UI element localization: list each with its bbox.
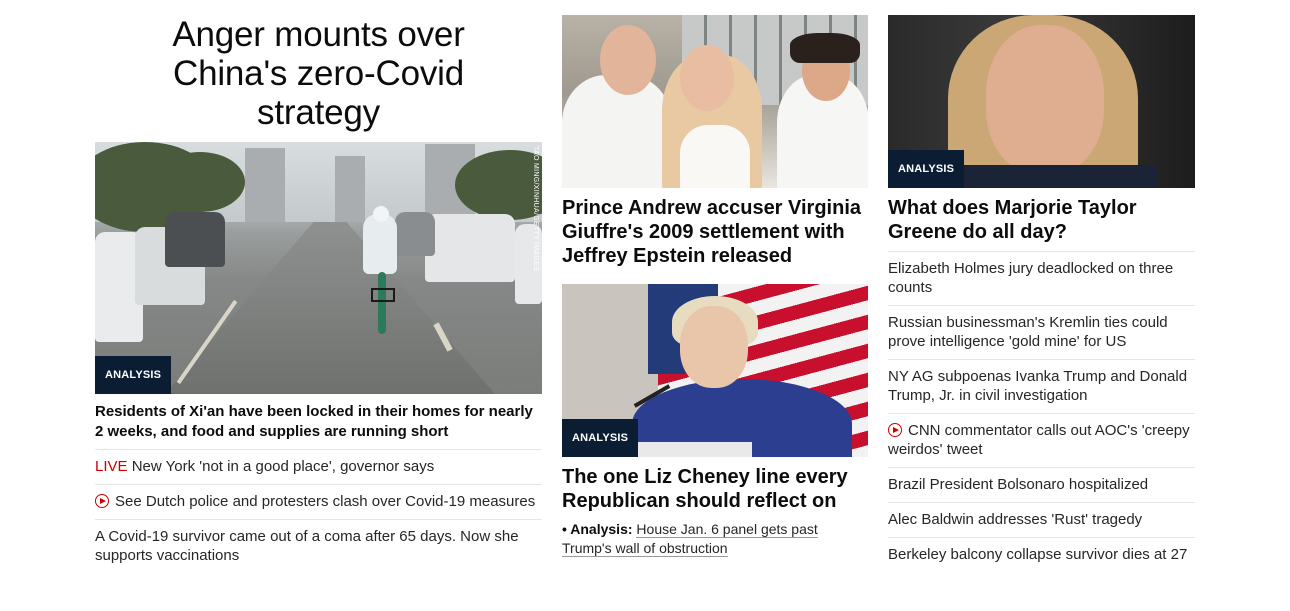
list-item[interactable]: A Covid-19 survivor came out of a coma a… xyxy=(95,519,542,573)
portrait-face xyxy=(986,25,1104,175)
cyclist-head xyxy=(373,206,389,222)
list-item[interactable]: LIVE New York 'not in a good place', gov… xyxy=(95,449,542,484)
list-item-text: A Covid-19 survivor came out of a coma a… xyxy=(95,528,519,564)
analysis-tag: ANALYSIS xyxy=(95,356,172,394)
right-column: ANALYSIS What does Marjorie Taylor Green… xyxy=(888,15,1195,572)
hero-headline[interactable]: Anger mounts over China's zero-Covid str… xyxy=(95,15,542,142)
bicycle-basket xyxy=(371,288,395,302)
marjorie-taylor-greene-photo[interactable]: ANALYSIS xyxy=(888,15,1195,188)
list-item-text: Alec Baldwin addresses 'Rust' tragedy xyxy=(888,511,1143,528)
list-item[interactable]: Berkeley balcony collapse survivor dies … xyxy=(888,537,1195,572)
list-item[interactable]: See Dutch police and protesters clash ov… xyxy=(95,484,542,519)
analysis-tag: ANALYSIS xyxy=(888,150,965,188)
list-item[interactable]: Alec Baldwin addresses 'Rust' tragedy xyxy=(888,502,1195,537)
list-item-text: Russian businessman's Kremlin ties could… xyxy=(888,314,1168,350)
parked-car xyxy=(395,212,435,256)
person-hair xyxy=(790,33,860,63)
nameplate xyxy=(632,442,752,457)
speaker-face xyxy=(680,306,748,388)
related-links-list: LIVE New York 'not in a good place', gov… xyxy=(95,449,542,573)
list-item-text: CNN commentator calls out AOC's 'creepy … xyxy=(888,422,1190,458)
prince-andrew-photo[interactable] xyxy=(562,15,868,188)
analysis-tag: ANALYSIS xyxy=(562,419,639,457)
list-item[interactable]: CNN commentator calls out AOC's 'creepy … xyxy=(888,413,1195,467)
liz-cheney-photo[interactable]: ANALYSIS xyxy=(562,284,868,457)
bicycle xyxy=(378,272,386,334)
list-item-text: Berkeley balcony collapse survivor dies … xyxy=(888,546,1188,563)
headline-list: Elizabeth Holmes jury deadlocked on thre… xyxy=(888,251,1195,572)
middle-column: Prince Andrew accuser Virginia Giuffre's… xyxy=(562,15,868,558)
person-dress xyxy=(680,125,750,188)
lead-story-headline[interactable]: Residents of Xi'an have been locked in t… xyxy=(95,402,542,442)
list-item-text: NY AG subpoenas Ivanka Trump and Donald … xyxy=(888,368,1188,404)
parked-car xyxy=(165,212,225,267)
list-item[interactable]: NY AG subpoenas Ivanka Trump and Donald … xyxy=(888,359,1195,413)
photo-building xyxy=(245,148,285,222)
play-video-icon xyxy=(888,423,902,437)
analysis-related-link[interactable]: • Analysis: House Jan. 6 panel gets past… xyxy=(562,520,868,558)
photo-tree xyxy=(155,152,245,212)
person-face xyxy=(600,25,656,95)
liz-cheney-headline[interactable]: The one Liz Cheney line every Republican… xyxy=(562,465,868,513)
person-face xyxy=(680,45,734,111)
list-item[interactable]: Elizabeth Holmes jury deadlocked on thre… xyxy=(888,251,1195,305)
list-item-text: Elizabeth Holmes jury deadlocked on thre… xyxy=(888,260,1174,296)
list-item[interactable]: Brazil President Bolsonaro hospitalized xyxy=(888,467,1195,502)
parked-car xyxy=(425,214,515,282)
analysis-prefix: • Analysis: xyxy=(562,521,633,537)
play-video-icon xyxy=(95,494,109,508)
liz-cheney-story: ANALYSIS The one Liz Cheney line every R… xyxy=(562,284,868,558)
prince-andrew-headline[interactable]: Prince Andrew accuser Virginia Giuffre's… xyxy=(562,196,868,268)
cyclist-hazmat-suit xyxy=(363,214,397,274)
list-item-text: New York 'not in a good place', governor… xyxy=(127,458,435,475)
list-item-text: See Dutch police and protesters clash ov… xyxy=(115,493,536,510)
top-story-column: Anger mounts over China's zero-Covid str… xyxy=(95,15,542,573)
list-item-text: Brazil President Bolsonaro hospitalized xyxy=(888,476,1149,493)
list-item[interactable]: Russian businessman's Kremlin ties could… xyxy=(888,305,1195,359)
live-label: LIVE xyxy=(95,458,128,475)
photo-credit: TAO MING/XINHUA/GETTY IMAGES xyxy=(532,146,539,272)
xian-street-photo[interactable]: TAO MING/XINHUA/GETTY IMAGES ANALYSIS xyxy=(95,142,542,394)
mtg-headline[interactable]: What does Marjorie Taylor Greene do all … xyxy=(888,196,1195,244)
photo-building xyxy=(335,156,365,222)
